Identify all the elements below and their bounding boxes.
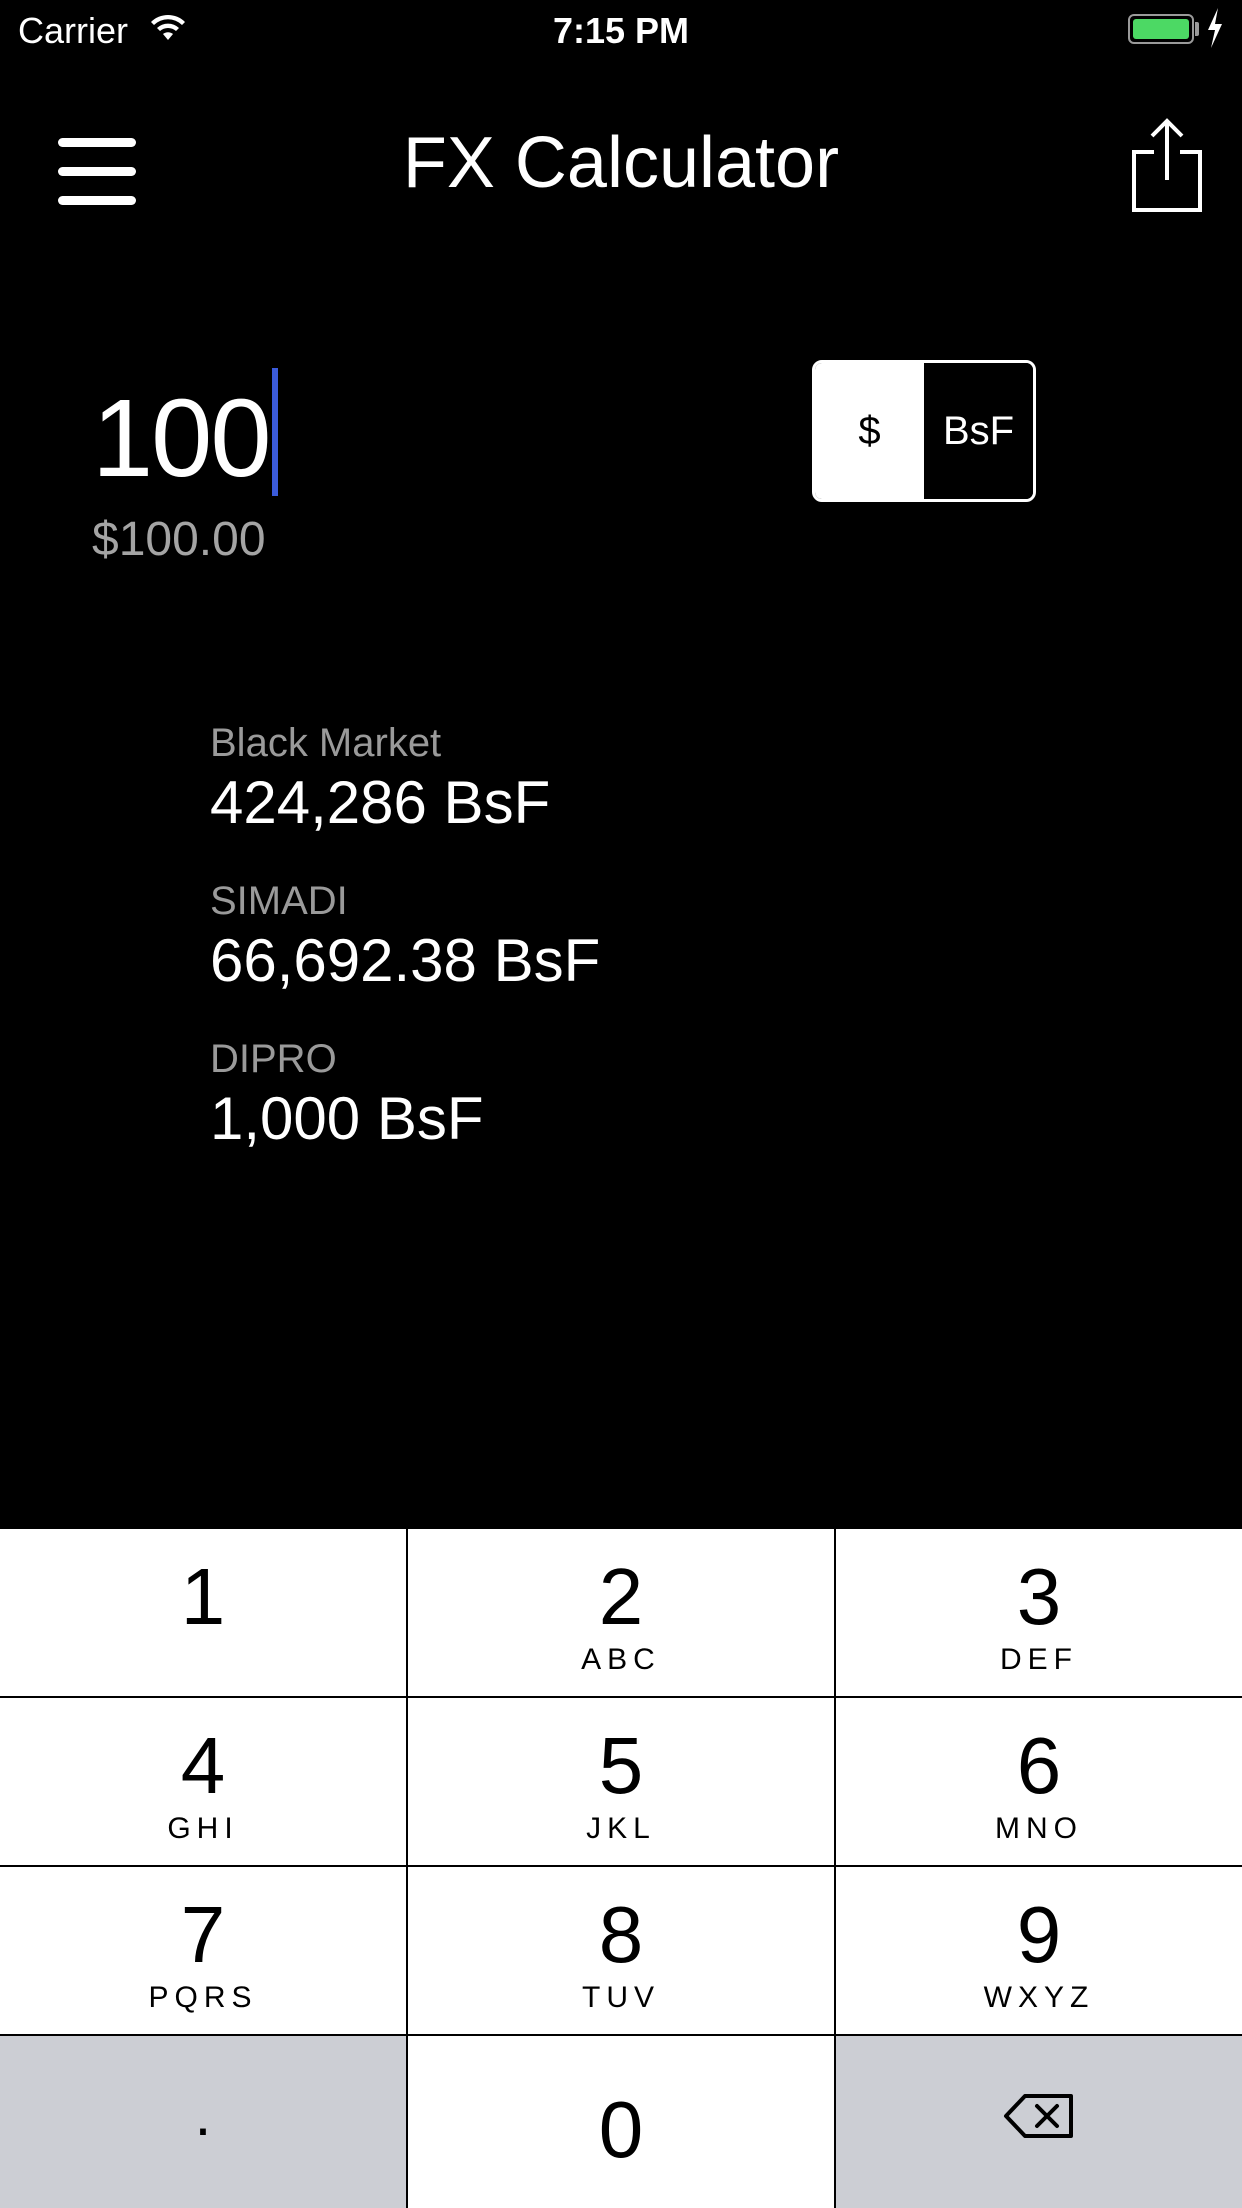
numeric-keypad: 1 2 ABC 3 DEF 4 GHI 5 JKL 6 MNO 7 PQRS 8… xyxy=(0,1529,1242,2208)
key-0[interactable]: 0 xyxy=(408,2036,834,2208)
amount-formatted: $100.00 xyxy=(92,513,266,566)
key-4[interactable]: 4 GHI xyxy=(0,1698,406,1865)
key-digit: 7 xyxy=(180,1890,226,1979)
key-digit: 6 xyxy=(1016,1721,1062,1810)
rate-value: 66,692.38 BsF xyxy=(210,927,601,994)
key-digit: 5 xyxy=(598,1721,644,1810)
key-3[interactable]: 3 DEF xyxy=(836,1529,1242,1696)
share-icon[interactable] xyxy=(1130,118,1204,214)
key-digit: 9 xyxy=(1016,1890,1062,1979)
rate-value: 424,286 BsF xyxy=(210,769,551,836)
status-bar: Carrier 7:15 PM xyxy=(0,0,1242,60)
rate-value: 1,000 BsF xyxy=(210,1085,484,1152)
charging-bolt-icon xyxy=(1208,8,1222,48)
key-digit: 3 xyxy=(1016,1552,1062,1641)
key-9[interactable]: 9 WXYZ xyxy=(836,1867,1242,2034)
battery-tip xyxy=(1195,22,1199,36)
rate-label: Black Market xyxy=(210,721,442,765)
amount-input[interactable]: 100 xyxy=(92,368,278,502)
key-7[interactable]: 7 PQRS xyxy=(0,1867,406,2034)
key-digit: 2 xyxy=(598,1552,644,1641)
key-2[interactable]: 2 ABC xyxy=(408,1529,834,1696)
key-decimal[interactable]: . xyxy=(0,2036,406,2208)
key-1[interactable]: 1 xyxy=(0,1529,406,1696)
page-title: FX Calculator xyxy=(402,123,840,203)
rate-dipro: DIPRO 1,000 BsF xyxy=(210,1034,600,1154)
key-digit: 4 xyxy=(180,1721,226,1810)
key-letters: ABC xyxy=(581,1643,661,1676)
text-caret xyxy=(271,368,278,496)
key-letters: MNO xyxy=(995,1812,1083,1845)
amount-input-value: 100 xyxy=(92,377,272,500)
key-letters: GHI xyxy=(167,1812,239,1845)
key-letters: WXYZ xyxy=(983,1981,1095,2014)
key-letters: JKL xyxy=(586,1812,656,1845)
rate-label: SIMADI xyxy=(210,879,348,923)
currency-option-usd[interactable]: $ xyxy=(815,363,924,499)
rate-simadi: SIMADI 66,692.38 BsF xyxy=(210,876,600,996)
status-time: 7:15 PM xyxy=(552,10,690,51)
key-digit: 1 xyxy=(180,1552,226,1641)
currency-option-bsf[interactable]: BsF xyxy=(924,363,1033,499)
currency-toggle[interactable]: $ BsF xyxy=(812,360,1036,502)
key-6[interactable]: 6 MNO xyxy=(836,1698,1242,1865)
key-letters: DEF xyxy=(1000,1643,1078,1676)
rate-label: DIPRO xyxy=(210,1037,337,1081)
key-digit: 8 xyxy=(598,1890,644,1979)
key-8[interactable]: 8 TUV xyxy=(408,1867,834,2034)
key-digit: 0 xyxy=(598,2085,644,2174)
key-letters: TUV xyxy=(582,1981,660,2014)
rates-list: Black Market 424,286 BsF SIMADI 66,692.3… xyxy=(210,718,600,1192)
backspace-icon xyxy=(1004,2094,1073,2138)
key-5[interactable]: 5 JKL xyxy=(408,1698,834,1865)
battery-icon xyxy=(1128,14,1194,44)
key-decimal-label: . xyxy=(194,2081,212,2148)
rate-black-market: Black Market 424,286 BsF xyxy=(210,718,600,838)
key-letters: PQRS xyxy=(148,1981,258,2014)
delete-button[interactable] xyxy=(836,2036,1242,2208)
